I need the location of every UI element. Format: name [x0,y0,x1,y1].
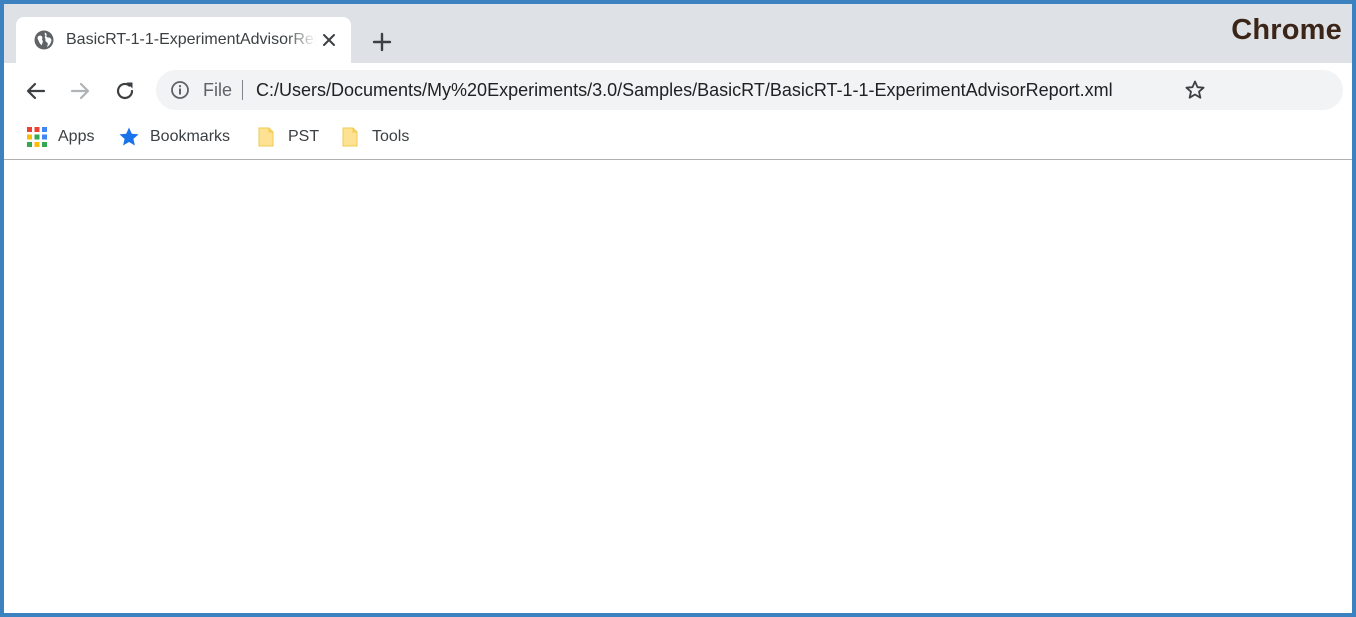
browser-window: BasicRT-1-1-ExperimentAdvisorReport.xml … [0,0,1356,617]
new-tab-button[interactable] [368,28,396,56]
folder-icon [258,127,274,147]
browser-brand-label: Chrome [1231,14,1342,46]
address-bar[interactable]: File C:/Users/Documents/My%20Experiments… [156,70,1343,110]
globe-icon [34,30,54,50]
scheme-label: File [203,80,233,100]
folder-icon [342,127,358,147]
tab-active[interactable]: BasicRT-1-1-ExperimentAdvisorReport.xml [16,17,351,63]
bookmark-star-icon[interactable] [1184,79,1206,101]
tab-strip: BasicRT-1-1-ExperimentAdvisorReport.xml … [4,4,1352,63]
bookmark-label: Tools [372,128,410,145]
back-button[interactable] [23,78,49,104]
page-content-area[interactable] [4,160,1352,613]
navigation-toolbar: File C:/Users/Documents/My%20Experiments… [4,63,1352,118]
star-icon [119,127,139,146]
bookmark-label: Apps [58,128,95,145]
bookmark-folder-tools[interactable]: Tools [340,122,409,152]
reload-button[interactable] [112,78,138,104]
bookmark-bookmarks[interactable]: Bookmarks [118,122,230,152]
bookmark-folder-pst[interactable]: PST [256,122,319,152]
url-text[interactable]: C:/Users/Documents/My%20Experiments/3.0/… [256,79,1113,101]
apps-grid-icon [27,127,47,147]
bookmark-apps[interactable]: Apps [26,122,94,152]
info-icon[interactable] [170,80,190,100]
close-icon[interactable] [320,31,338,49]
scheme-separator [242,80,243,100]
bookmarks-bar: Apps Bookmarks PST Tools [4,118,1352,160]
forward-button[interactable] [67,78,93,104]
tab-title: BasicRT-1-1-ExperimentAdvisorReport.xml [66,31,316,48]
bookmark-label: Bookmarks [150,128,231,145]
bookmark-label: PST [288,128,320,145]
